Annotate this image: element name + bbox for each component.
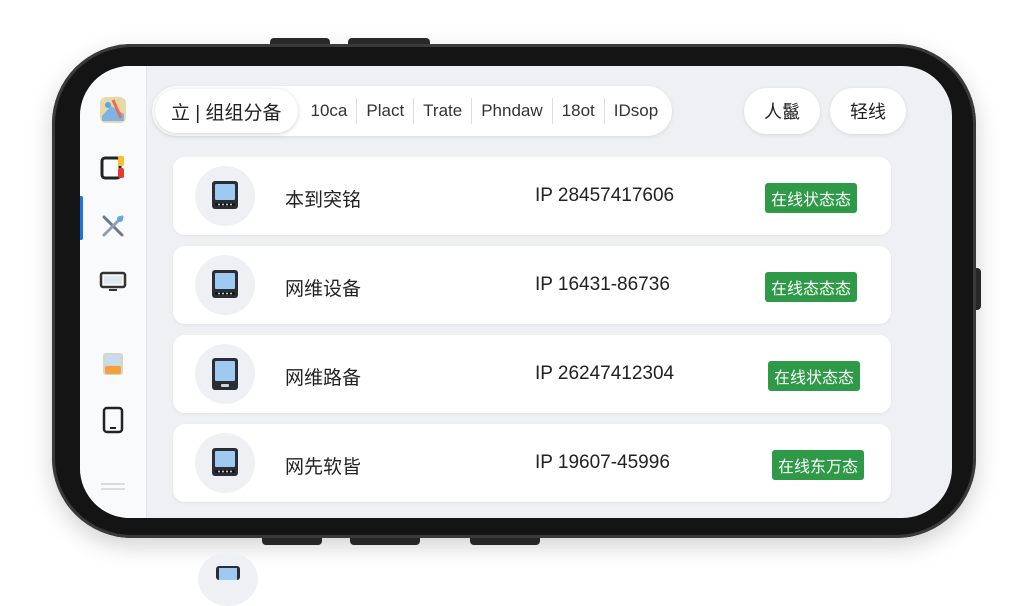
action-button-1[interactable]: 人鬣 [744,88,820,134]
device-name: 网维路备 [285,368,362,389]
tab-active-group[interactable]: 立 | 组组分备 [155,89,298,133]
device-row[interactable]: 网维路备 IP 26247412304 在线状态态 [173,335,891,413]
reflection-device-icon [198,552,258,606]
tab-separator [413,98,415,124]
tab-item-5[interactable]: 18ot [555,101,602,121]
folder-icon[interactable] [97,348,129,380]
status-badge: 在线状态态 [768,361,861,391]
crossed-tools-icon[interactable] [97,210,129,242]
device-name: 网先软皆 [285,457,362,478]
status-badge: 在线态态态 [765,272,858,302]
tab-item-4[interactable]: Phndaw [474,101,549,121]
tab-separator [603,98,605,124]
device-name: 网维设备 [285,279,362,300]
device-row[interactable]: 网先软皆 IP 19607-45996 在线东万态 [173,424,891,502]
tab-item-2[interactable]: Plact [359,101,411,121]
tab-separator [551,98,553,124]
maps-app-icon[interactable] [97,94,129,126]
sidebar-active-indicator [80,196,83,240]
status-badge: 在线状态态 [765,183,858,213]
monitor-icon[interactable] [97,266,129,298]
phone-screen: 立 | 组组分备 10ca Plact Trate Phndaw 18ot ID… [80,66,952,518]
status-badge: 在线东万态 [772,450,865,480]
handle-icon [97,470,129,502]
router-icon [195,255,255,315]
apps-grid-icon[interactable] [97,152,129,184]
tab-separator [356,98,358,124]
tab-bar: 立 | 组组分备 10ca Plact Trate Phndaw 18ot ID… [152,86,672,136]
tab-item-3[interactable]: Trate [416,101,469,121]
device-row[interactable]: 本到突铭 IP 28457417606 在线状态态 [173,157,891,235]
tablet-device-icon [195,344,255,404]
tab-item-6[interactable]: IDsop [607,101,665,121]
device-row[interactable]: 网维设备 IP 16431‑86736 在线态态态 [173,246,891,324]
device-ip: IP 16431‑86736 [535,274,670,295]
tab-separator [471,98,473,124]
device-ip: IP 28457417606 [535,185,675,206]
device-ip: IP 26247412304 [535,363,675,384]
tab-item-1[interactable]: 10ca [304,101,355,121]
device-name: 本到突铭 [285,190,362,211]
router-icon [195,433,255,493]
tablet-icon[interactable] [97,404,129,436]
sidebar [80,66,147,518]
router-icon [195,166,255,226]
device-ip: IP 19607-45996 [535,452,670,473]
action-button-2[interactable]: 轻线 [830,88,906,134]
